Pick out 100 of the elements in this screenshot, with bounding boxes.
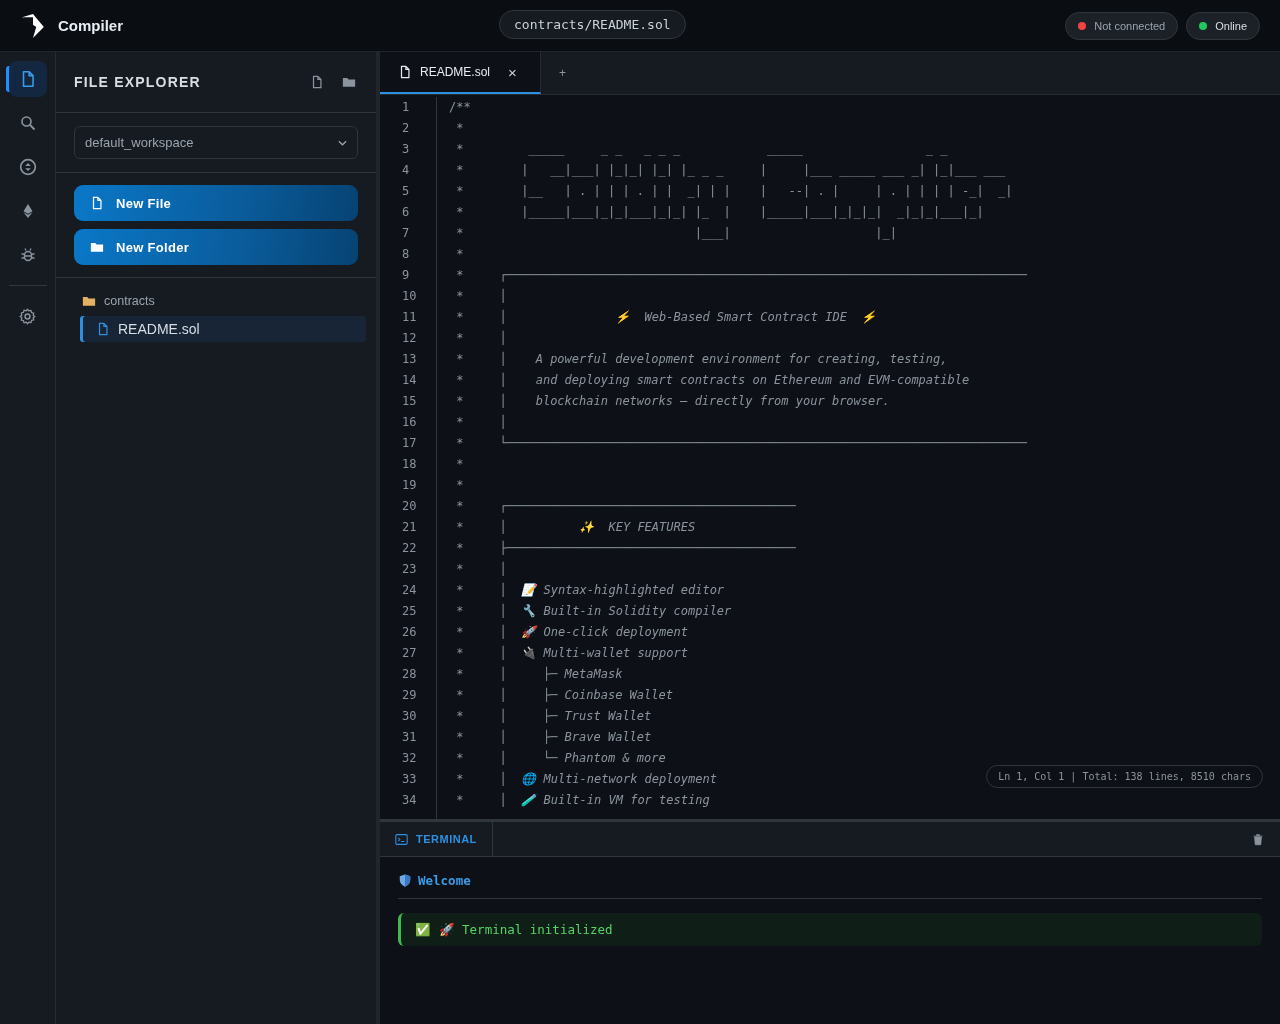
line-number: 5 bbox=[401, 183, 411, 200]
line-number: 28 bbox=[401, 666, 418, 683]
code-line: * │ A powerful development environment for creating, testing, bbox=[455, 352, 948, 366]
tree-item[interactable]: README.sol bbox=[80, 316, 366, 342]
line-number: 6 bbox=[401, 204, 411, 221]
code-line: * |_____|___|_|_|___|_|_| |_ | |_____|___|_|_|_| _|_|_|___|_| bbox=[455, 205, 984, 219]
search-icon bbox=[19, 115, 36, 131]
code-line: * |___| |_| bbox=[455, 226, 897, 240]
code-line: * │ ├─ Trust Wallet bbox=[455, 709, 652, 723]
line-number: 8 bbox=[401, 246, 411, 263]
code-line: * ┌──────────────────────────────────────────────────────────────────────── bbox=[455, 268, 1027, 282]
file-icon bbox=[96, 322, 110, 336]
code-line: * bbox=[455, 478, 464, 492]
coin-icon bbox=[18, 158, 37, 176]
bug-icon bbox=[19, 247, 36, 263]
line-number: 29 bbox=[401, 687, 418, 704]
code-line: * │ 🚀 One-click deployment bbox=[455, 625, 688, 639]
code-line: * │ bbox=[455, 415, 507, 429]
line-number: 27 bbox=[401, 645, 418, 662]
folder-icon bbox=[82, 294, 96, 308]
line-number: 30 bbox=[401, 708, 418, 725]
code-line: * _____ _ _ _ _ _ _____ _ _ bbox=[455, 142, 948, 156]
status-label: Online bbox=[1215, 19, 1247, 32]
line-number: 1 bbox=[401, 99, 411, 116]
code-line: * │ ⚡ Web-Based Smart Contract IDE ⚡ bbox=[455, 310, 877, 324]
code-line: * │ bbox=[455, 562, 507, 576]
file-path: contracts/README.sol bbox=[499, 10, 686, 39]
shield-icon bbox=[398, 873, 412, 888]
line-number: 7 bbox=[401, 225, 411, 242]
code-line: * └──────────────────────────────────────────────────────────────────────── bbox=[455, 436, 1027, 450]
code-line: * │ 📝 Syntax-highlighted editor bbox=[455, 583, 725, 597]
editor-tab[interactable]: + bbox=[541, 52, 584, 94]
line-number: 2 bbox=[401, 120, 411, 137]
activity-button[interactable] bbox=[8, 61, 47, 97]
chevron-down-icon bbox=[338, 139, 347, 146]
line-number: 33 bbox=[401, 771, 418, 788]
app-title: Compiler bbox=[58, 17, 123, 34]
terminal-icon bbox=[395, 832, 408, 846]
tree-item[interactable]: contracts bbox=[80, 292, 366, 310]
line-number: 24 bbox=[401, 582, 418, 599]
line-number: 4 bbox=[401, 162, 411, 179]
code-line: * │ 🧪 Built-in VM for testing bbox=[455, 793, 710, 807]
line-number: 3 bbox=[401, 141, 411, 158]
line-number: 18 bbox=[401, 456, 418, 473]
code-line: * │ └─ Phantom & more bbox=[455, 751, 666, 765]
cursor-status: Ln 1, Col 1 | Total: 138 lines, 8510 chars bbox=[986, 765, 1263, 788]
line-number: 21 bbox=[401, 519, 418, 536]
code-line: * │ and deploying smart contracts on Ethereum and EVM-compatible bbox=[455, 373, 970, 387]
folder-icon bbox=[342, 75, 356, 89]
code-line: /** bbox=[449, 100, 471, 114]
line-number: 22 bbox=[401, 540, 418, 557]
terminal-tab[interactable]: TERMINAL bbox=[380, 822, 493, 856]
file-icon bbox=[90, 196, 104, 210]
code-line: * bbox=[455, 457, 464, 471]
folder-icon bbox=[90, 240, 104, 254]
action-button[interactable]: New File bbox=[74, 185, 358, 221]
line-number: 10 bbox=[401, 288, 418, 305]
line-number: 31 bbox=[401, 729, 418, 746]
editor-tab[interactable]: README.sol × bbox=[380, 52, 541, 94]
code-line: * |__ | . | | | . | | _| | | | --| . | | . | | | | -_| _| bbox=[455, 184, 1013, 198]
code-line: * ├──────────────────────────────────────── bbox=[455, 541, 796, 555]
action-button[interactable]: New Folder bbox=[74, 229, 358, 265]
status-label: Not connected bbox=[1094, 19, 1166, 32]
line-number: 16 bbox=[401, 414, 418, 431]
settings-icon bbox=[19, 307, 36, 325]
code-line: * bbox=[455, 121, 464, 135]
code-line: * bbox=[455, 247, 464, 261]
line-number: 15 bbox=[401, 393, 418, 410]
trash-icon[interactable] bbox=[1252, 832, 1264, 846]
line-number: 17 bbox=[401, 435, 418, 452]
line-number: 11 bbox=[401, 309, 418, 326]
code-line: * │ 🔧 Built-in Solidity compiler bbox=[455, 604, 732, 618]
code-line: * │ 🌐 Multi-network deployment bbox=[455, 772, 717, 786]
code-line: * │ ├─ Coinbase Wallet bbox=[455, 688, 673, 702]
line-number: 12 bbox=[401, 330, 418, 347]
close-icon[interactable]: × bbox=[508, 63, 517, 81]
code-line: * │ ├─ Brave Wallet bbox=[455, 730, 652, 744]
line-number: 13 bbox=[401, 351, 418, 368]
line-number: 23 bbox=[401, 561, 418, 578]
code-line: * │ bbox=[455, 289, 507, 303]
line-number: 26 bbox=[401, 624, 418, 641]
line-number: 14 bbox=[401, 372, 418, 389]
line-number: 9 bbox=[401, 267, 411, 284]
file-icon bbox=[398, 65, 412, 79]
code-line: * │ bbox=[455, 331, 507, 345]
line-number: 25 bbox=[401, 603, 418, 620]
code-line: * | __|___| |_|_| |_| |_ _ _ | |___ _____ ___ _| |_|___ ___ bbox=[455, 163, 1006, 177]
line-number: 34 bbox=[401, 792, 418, 809]
code-line: * ┌──────────────────────────────────────── bbox=[455, 499, 796, 513]
panel-title: FILE EXPLORER bbox=[74, 74, 201, 90]
line-number: 20 bbox=[401, 498, 418, 515]
code-line: * │ ├─ MetaMask bbox=[455, 667, 623, 681]
code-line: * │ blockchain networks — directly from your browser. bbox=[455, 394, 890, 408]
line-number: 19 bbox=[401, 477, 418, 494]
file-icon bbox=[310, 75, 324, 89]
log-entry: ✅ 🚀 Terminal initialized bbox=[398, 913, 1262, 946]
logo-icon bbox=[20, 12, 46, 39]
section-heading: Welcome bbox=[418, 873, 471, 888]
code-line: * │ 🔌 Multi-wallet support bbox=[455, 646, 688, 660]
workspace-select[interactable]: default_workspace bbox=[74, 126, 358, 159]
